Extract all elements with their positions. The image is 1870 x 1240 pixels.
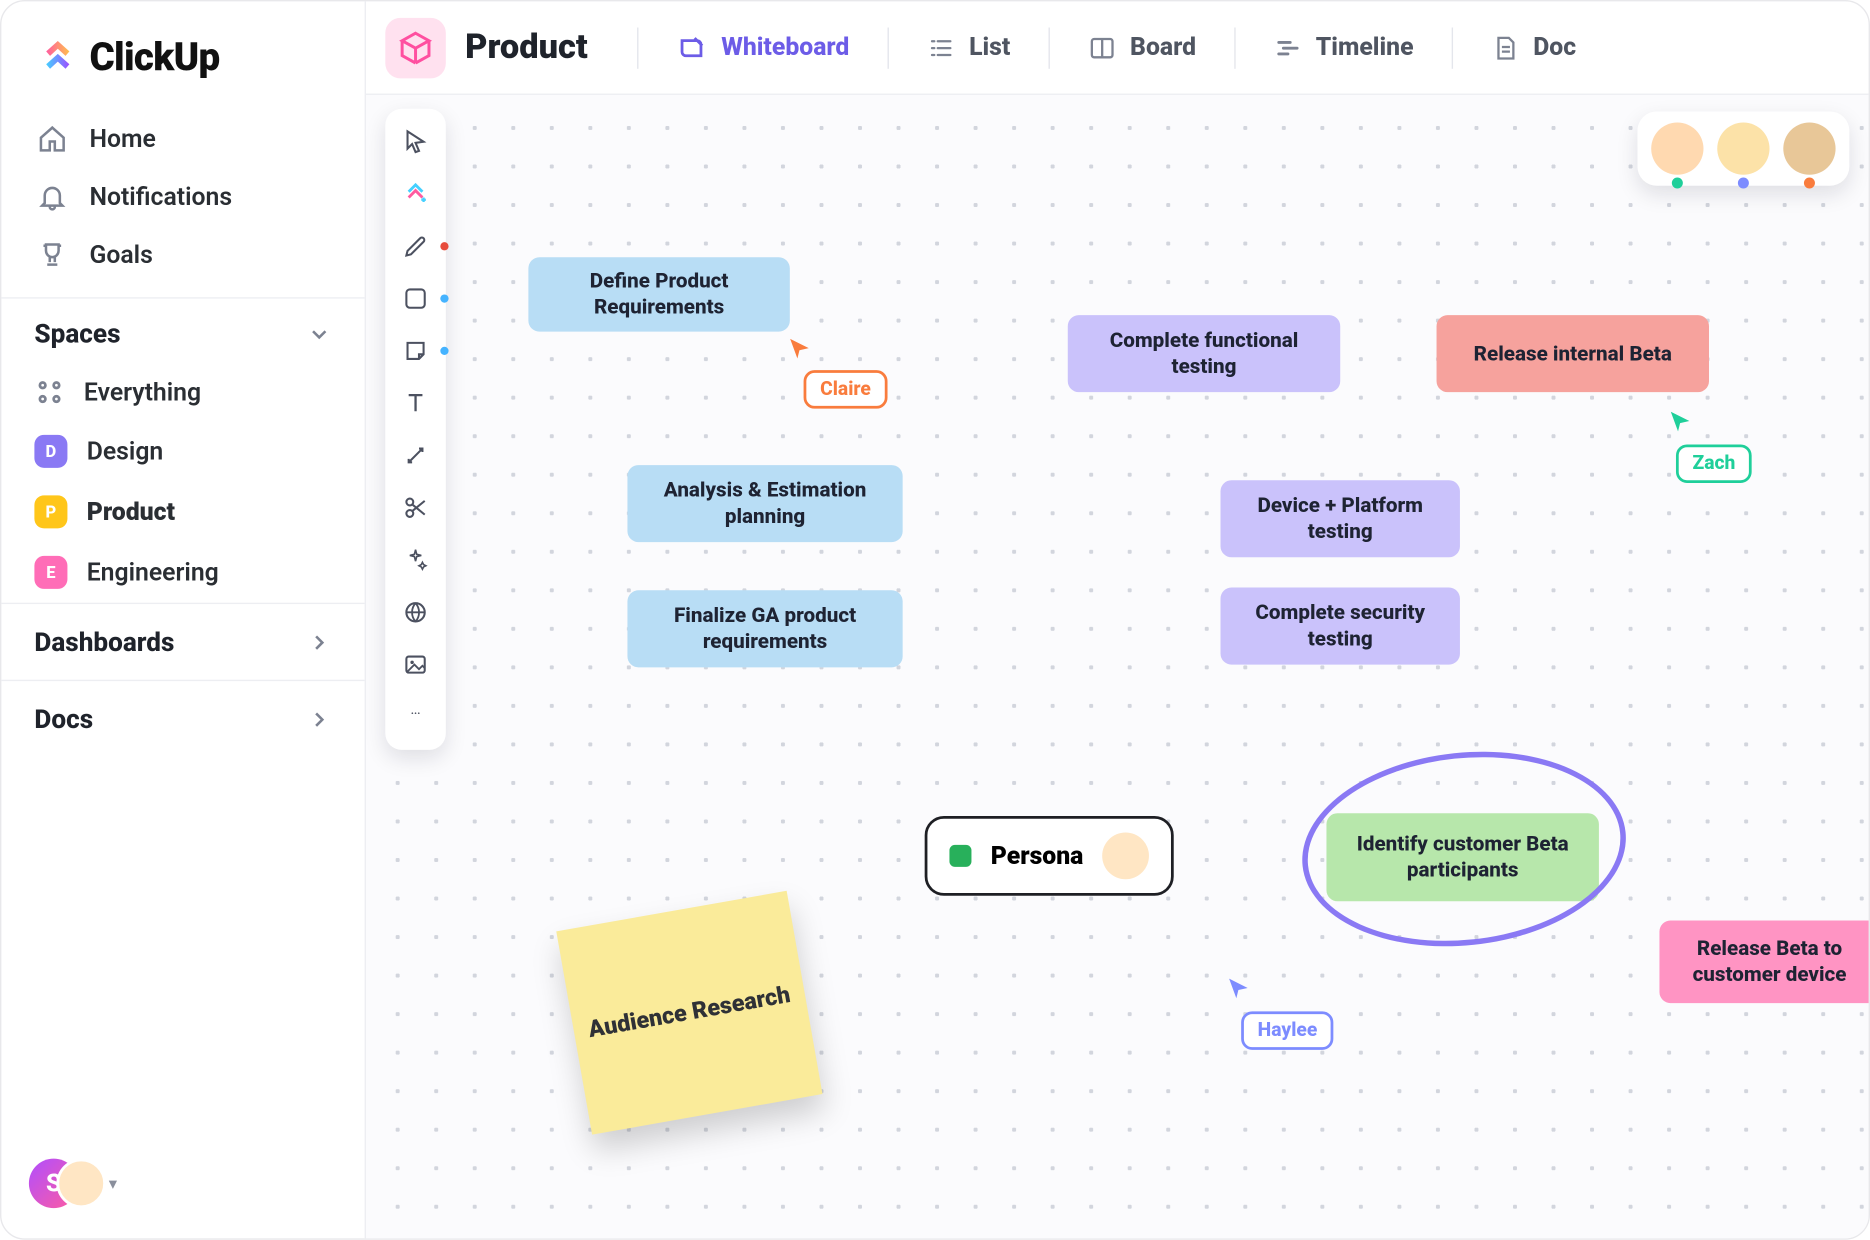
cursor-haylee xyxy=(1226,976,1251,1006)
section-spaces[interactable]: Spaces xyxy=(1,297,364,363)
participant-avatar[interactable] xyxy=(1651,122,1703,174)
participant-avatar[interactable] xyxy=(1717,122,1769,174)
space-everything-label: Everything xyxy=(84,378,201,407)
tool-more[interactable] xyxy=(396,698,435,737)
space-design-label: Design xyxy=(87,437,164,466)
brand-name: ClickUp xyxy=(89,34,219,79)
cube-icon xyxy=(398,30,434,66)
bell-icon xyxy=(37,182,67,212)
view-board[interactable]: Board xyxy=(1070,22,1216,73)
participants-bar[interactable] xyxy=(1637,111,1849,185)
everything-icon xyxy=(34,377,64,407)
doc-icon xyxy=(1492,34,1520,62)
node-func[interactable]: Complete functional testing xyxy=(1068,315,1340,392)
user-menu[interactable]: S ▾ xyxy=(29,1156,117,1211)
view-whiteboard[interactable]: Whiteboard xyxy=(658,21,869,73)
main-area: Product Whiteboard List Board Timeline xyxy=(366,1,1869,1238)
node-security[interactable]: Complete security testing xyxy=(1221,588,1460,665)
chevron-down-icon xyxy=(307,321,332,346)
sidebar: ClickUp Home Notifications Goals Spaces … xyxy=(1,1,366,1238)
node-beta[interactable]: Release internal Beta xyxy=(1437,315,1709,392)
tool-web[interactable] xyxy=(396,593,435,632)
node-release2[interactable]: Release Beta to customer device xyxy=(1659,921,1870,1004)
user-avatar-stack: S xyxy=(29,1156,98,1211)
node-define[interactable]: Define Product Requirements xyxy=(528,257,789,331)
tool-pen[interactable] xyxy=(396,227,435,266)
sticky-note[interactable]: Audience Research xyxy=(556,891,822,1135)
participant-avatar[interactable] xyxy=(1783,122,1835,174)
nav-notifications[interactable]: Notifications xyxy=(1,168,364,226)
space-chip-p: P xyxy=(34,495,67,528)
cursor-icon xyxy=(787,336,812,361)
nav-home-label: Home xyxy=(89,125,155,154)
tool-shape[interactable] xyxy=(396,279,435,318)
space-engineering[interactable]: E Engineering xyxy=(1,542,364,603)
cursor-zach xyxy=(1668,409,1693,439)
board-icon xyxy=(1089,34,1117,62)
space-product[interactable]: P Product xyxy=(1,482,364,543)
tool-clickup[interactable] xyxy=(396,175,435,214)
nav-goals-label: Goals xyxy=(89,240,152,269)
page-title: Product xyxy=(465,28,588,68)
timeline-icon xyxy=(1274,34,1302,62)
cursor-icon xyxy=(1668,409,1693,434)
space-design[interactable]: D Design xyxy=(1,421,364,482)
whiteboard-icon xyxy=(677,32,707,62)
space-product-label: Product xyxy=(87,497,175,526)
status-square-icon xyxy=(949,845,971,867)
space-engineering-label: Engineering xyxy=(87,558,219,587)
node-device[interactable]: Device + Platform testing xyxy=(1221,480,1460,557)
section-dashboards-label: Dashboards xyxy=(34,626,174,658)
canvas-toolbar xyxy=(385,109,446,750)
section-docs[interactable]: Docs xyxy=(1,680,364,757)
list-icon xyxy=(928,34,956,62)
tool-pointer[interactable] xyxy=(396,122,435,161)
nav-home[interactable]: Home xyxy=(1,110,364,168)
tool-text[interactable] xyxy=(396,384,435,423)
space-everything[interactable]: Everything xyxy=(1,363,364,421)
chevron-right-icon xyxy=(307,630,332,655)
cursor-claire xyxy=(787,336,812,366)
nav-notifications-label: Notifications xyxy=(89,182,232,211)
cursor-label-zach: Zach xyxy=(1676,444,1752,483)
node-analysis[interactable]: Analysis & Estimation planning xyxy=(627,465,902,542)
view-list[interactable]: List xyxy=(909,22,1030,73)
header: Product Whiteboard List Board Timeline xyxy=(366,1,1869,95)
card-persona-label: Persona xyxy=(991,841,1084,870)
tool-sticky[interactable] xyxy=(396,332,435,371)
chevron-right-icon xyxy=(307,707,332,732)
nav-goals[interactable]: Goals xyxy=(1,226,364,284)
view-doc[interactable]: Doc xyxy=(1473,22,1596,73)
space-header-icon[interactable] xyxy=(385,17,446,78)
trophy-icon xyxy=(37,239,67,269)
tool-magic[interactable] xyxy=(396,541,435,580)
section-dashboards[interactable]: Dashboards xyxy=(1,603,364,680)
space-chip-e: E xyxy=(34,556,67,589)
whiteboard-canvas[interactable]: .participants .pav:nth-child(1)::after{b… xyxy=(366,95,1869,1238)
section-spaces-label: Spaces xyxy=(34,318,120,350)
hand-drawn-circle xyxy=(1293,736,1636,962)
clickup-logo-icon xyxy=(37,36,78,77)
card-persona[interactable]: Persona xyxy=(925,816,1174,896)
tool-connector[interactable] xyxy=(396,436,435,475)
cursor-label-haylee: Haylee xyxy=(1241,1011,1334,1050)
home-icon xyxy=(37,124,67,154)
card-avatar xyxy=(1103,832,1150,879)
view-timeline[interactable]: Timeline xyxy=(1255,22,1433,73)
node-finalize[interactable]: Finalize GA product requirements xyxy=(627,590,902,667)
space-chip-d: D xyxy=(34,435,67,468)
tool-scissors[interactable] xyxy=(396,488,435,527)
logo[interactable]: ClickUp xyxy=(1,1,364,104)
cursor-label-claire: Claire xyxy=(804,370,888,409)
caret-down-icon: ▾ xyxy=(109,1174,117,1193)
section-docs-label: Docs xyxy=(34,703,93,735)
cursor-icon xyxy=(1226,976,1251,1001)
tool-image[interactable] xyxy=(396,645,435,684)
